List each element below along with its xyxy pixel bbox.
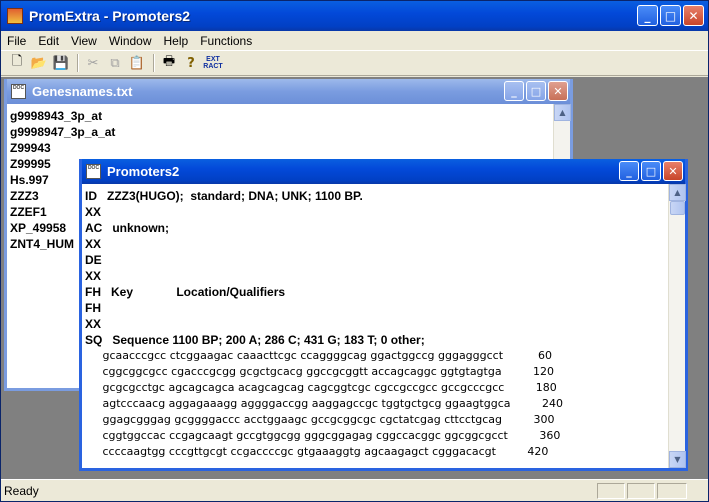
promoters-title: Promoters2 [107, 164, 180, 179]
mdi-workspace: DOC Genesnames.txt _ □ ✕ g9998943_3p_at … [1, 77, 708, 479]
promoters-title-bar[interactable]: DOC Promoters2 _ □ ✕ [82, 159, 685, 184]
app-icon[interactable] [7, 8, 23, 24]
extract-label-bottom: RACT [203, 63, 223, 70]
cut-icon[interactable]: ✂ [83, 53, 103, 73]
print-icon[interactable]: 🖶 [159, 53, 179, 73]
menu-window[interactable]: Window [103, 34, 158, 48]
sequence-line: cggtggccac ccgagcaagt gccgtggcgg gggcgga… [85, 429, 561, 442]
embl-line: XX [85, 205, 102, 219]
extract-icon[interactable]: EXT RACT [203, 53, 223, 73]
status-panel [627, 483, 655, 499]
minimize-button[interactable]: _ [504, 81, 524, 101]
menu-functions[interactable]: Functions [194, 34, 258, 48]
sequence-line: cggcggcgcc cgacccgcgg gcgctgcacg ggccgcg… [85, 365, 555, 378]
app-title: PromExtra - Promoters2 [29, 8, 191, 24]
embl-line: FH [85, 301, 101, 315]
promoters-text[interactable]: ID ZZZ3(HUGO); standard; DNA; UNK; 1100 … [82, 188, 563, 460]
status-text: Ready [4, 483, 39, 498]
embl-line: DE [85, 253, 102, 267]
minimize-button[interactable]: _ [619, 161, 639, 181]
maximize-button[interactable]: □ [641, 161, 661, 181]
app-title-bar[interactable]: PromExtra - Promoters2 _ □ ✕ [1, 1, 708, 31]
vertical-scrollbar[interactable]: ▲ ▼ [668, 184, 686, 468]
scroll-up-icon[interactable]: ▲ [554, 104, 571, 121]
sequence-line: gcaacccgcc ctcggaagac caaacttcgc ccagggg… [85, 349, 553, 362]
embl-line: SQ Sequence 1100 BP; 200 A; 286 C; 431 G… [85, 333, 425, 347]
embl-line: ID ZZZ3(HUGO); standard; DNA; UNK; 1100 … [85, 189, 363, 203]
text-line: g9998943_3p_at [10, 109, 103, 123]
close-button[interactable]: ✕ [548, 81, 568, 101]
genesnames-title-bar[interactable]: DOC Genesnames.txt _ □ ✕ [7, 79, 570, 104]
copy-icon[interactable]: ⧉ [105, 53, 125, 73]
embl-line: AC unknown; [85, 221, 169, 235]
open-folder-icon[interactable]: 📂 [29, 53, 49, 73]
close-button[interactable]: ✕ [663, 161, 683, 181]
scroll-thumb[interactable] [670, 201, 685, 215]
status-panel [597, 483, 625, 499]
help-icon[interactable]: ? [181, 53, 201, 73]
paste-icon[interactable]: 📋 [127, 53, 147, 73]
menu-edit[interactable]: Edit [32, 34, 65, 48]
menu-file[interactable]: File [1, 34, 32, 48]
maximize-button[interactable]: □ [660, 5, 681, 26]
maximize-button[interactable]: □ [526, 81, 546, 101]
document-icon[interactable]: DOC [86, 164, 101, 179]
toolbar: 🗋 📂 💾 ✂ ⧉ 📋 🖶 ? EXT RACT [1, 50, 708, 76]
sequence-line: ccccaagtgg cccgttgcgt ccgaccccgc gtgaaag… [85, 445, 549, 458]
minimize-button[interactable]: _ [637, 5, 658, 26]
sequence-line: gcgcgcctgc agcagcagca acagcagcag cagcggt… [85, 381, 557, 394]
extract-label-top: EXT [206, 56, 220, 63]
genesnames-title: Genesnames.txt [32, 84, 133, 99]
scroll-down-icon[interactable]: ▼ [669, 451, 686, 468]
embl-line: XX [85, 317, 102, 331]
document-icon[interactable]: DOC [11, 84, 26, 99]
sequence-line: agtcccaacg aggagaaagg aggggaccgg aaggagc… [85, 397, 563, 410]
app-window: PromExtra - Promoters2 _ □ ✕ File Edit V… [0, 0, 709, 502]
status-panel [657, 483, 687, 499]
save-icon[interactable]: 💾 [51, 53, 71, 73]
embl-line: XX [85, 237, 102, 251]
toolbar-separator [153, 54, 155, 72]
embl-line: XX [85, 269, 102, 283]
text-line: g9998947_3p_a_at [10, 125, 116, 139]
sequence-line: ggagcgggag gcggggaccc acctggaagc gccgcgg… [85, 413, 555, 426]
menu-view[interactable]: View [65, 34, 103, 48]
promoters-window: DOC Promoters2 _ □ ✕ ID ZZZ3(HUGO); stan… [79, 159, 688, 471]
close-button[interactable]: ✕ [683, 5, 704, 26]
toolbar-separator [77, 54, 79, 72]
text-line: Z99943 [10, 141, 51, 155]
menu-bar: File Edit View Window Help Functions [1, 31, 708, 50]
menu-help[interactable]: Help [158, 34, 195, 48]
new-file-icon[interactable]: 🗋 [7, 53, 27, 73]
embl-line: FH Key Location/Qualifiers [85, 285, 286, 299]
status-bar: Ready [1, 479, 708, 501]
scroll-up-icon[interactable]: ▲ [669, 184, 686, 201]
